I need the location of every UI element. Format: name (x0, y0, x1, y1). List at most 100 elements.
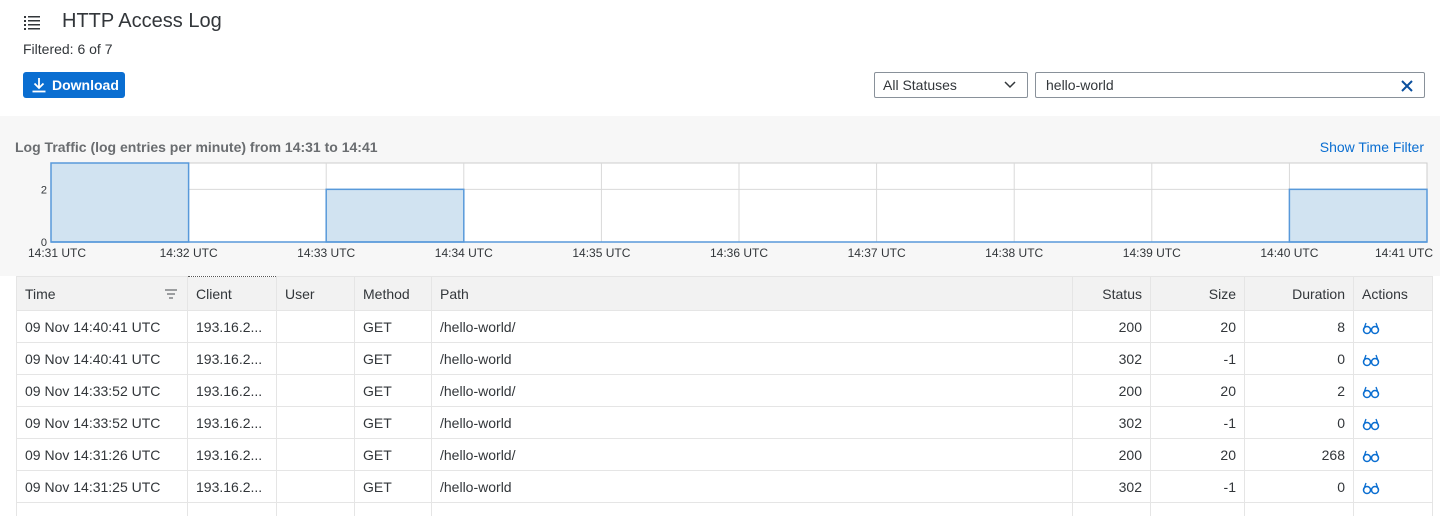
close-icon[interactable] (1400, 79, 1414, 93)
cell-size: 20 (1150, 438, 1245, 471)
column-header-status[interactable]: Status (1072, 276, 1151, 311)
cell-client: 193.16.2... (187, 470, 277, 503)
cell-status: 200 (1072, 374, 1151, 407)
glasses-icon[interactable] (1362, 417, 1380, 431)
table-row[interactable]: 09 Nov 14:40:41 UTC 193.16.2... GET/hello-… (16, 342, 1433, 375)
status-select[interactable]: All Statuses (874, 72, 1028, 98)
table-row-empty (16, 502, 1433, 516)
empty-cell (1150, 502, 1245, 516)
cell-method: GET (354, 342, 432, 375)
cell-time: 09 Nov 14:40:41 UTC (16, 310, 188, 343)
cell-actions (1353, 470, 1433, 503)
column-header-user[interactable]: User (276, 276, 355, 311)
traffic-chart: 0214:31 UTC 14:32 UTC 14:33 UTC 14:34 UTC 14… (28, 162, 1433, 260)
empty-cell (1072, 502, 1151, 516)
column-header-client[interactable]: Client (187, 276, 277, 311)
cell-path: /hello-world/ (431, 310, 1073, 343)
download-button[interactable]: Download (23, 72, 125, 98)
chart-bar (1288, 188, 1428, 243)
cell-status: 302 (1072, 406, 1151, 439)
chart-bar (325, 188, 465, 243)
cell-user (276, 470, 355, 503)
chart-y-tick-label: 2 (41, 184, 47, 196)
cell-path: /hello-world/ (431, 374, 1073, 407)
chart-x-tick-label: 14:32 UTC (160, 246, 218, 260)
glasses-icon[interactable] (1362, 449, 1380, 463)
cell-method: GET (354, 310, 432, 343)
cell-size: -1 (1150, 470, 1245, 503)
empty-cell (354, 502, 432, 516)
search-input[interactable]: hello-world (1035, 72, 1425, 98)
cell-time: 09 Nov 14:31:26 UTC (16, 438, 188, 471)
cell-time: 09 Nov 14:40:41 UTC (16, 342, 188, 375)
page-title: HTTP Access Log (62, 10, 222, 32)
column-header-path[interactable]: Path (431, 276, 1073, 311)
column-header-size[interactable]: Size (1150, 276, 1245, 311)
cell-client: 193.16.2... (187, 374, 277, 407)
cell-status: 200 (1072, 310, 1151, 343)
cell-actions (1353, 374, 1433, 407)
cell-client: 193.16.2... (187, 310, 277, 343)
cell-method: GET (354, 470, 432, 503)
cell-size: -1 (1150, 406, 1245, 439)
cell-actions (1353, 438, 1433, 471)
chart-x-tick-label: 14:40 UTC (1260, 246, 1318, 260)
chart-bar (50, 162, 190, 243)
chevron-down-icon (1004, 81, 1016, 89)
column-header-time[interactable]: Time (16, 276, 188, 311)
empty-cell (187, 502, 277, 516)
empty-cell (431, 502, 1073, 516)
cell-path: /hello-world (431, 342, 1073, 375)
cell-user (276, 406, 355, 439)
column-header-method[interactable]: Method (354, 276, 432, 311)
glasses-icon[interactable] (1362, 385, 1380, 399)
cell-client: 193.16.2... (187, 438, 277, 471)
cell-user (276, 374, 355, 407)
cell-path: /hello-world/ (431, 438, 1073, 471)
table-row[interactable]: 09 Nov 14:33:52 UTC 193.16.2... GET/hello-… (16, 406, 1433, 439)
cell-actions (1353, 310, 1433, 343)
table-row[interactable]: 09 Nov 14:33:52 UTC 193.16.2... GET/hello-… (16, 374, 1433, 407)
chart-x-tick-label: 14:31 UTC (28, 246, 86, 260)
column-header-duration[interactable]: Duration (1244, 276, 1354, 311)
cell-path: /hello-world (431, 470, 1073, 503)
glasses-icon[interactable] (1362, 353, 1380, 367)
cell-user (276, 342, 355, 375)
cell-method: GET (354, 374, 432, 407)
cell-path: /hello-world (431, 406, 1073, 439)
chart-x-tick-label: 14:37 UTC (848, 246, 906, 260)
empty-cell (1353, 502, 1433, 516)
cell-client: 193.16.2... (187, 406, 277, 439)
chart-x-tick-label: 14:39 UTC (1123, 246, 1181, 260)
column-header-actions: Actions (1353, 276, 1433, 311)
table-row[interactable]: 09 Nov 14:31:25 UTC 193.16.2... GET/hello-… (16, 470, 1433, 503)
filtered-count: Filtered: 6 of 7 (23, 41, 113, 57)
chart-x-tick-label: 14:33 UTC (297, 246, 355, 260)
download-label: Download (52, 77, 119, 93)
cell-method: GET (354, 438, 432, 471)
cell-duration: 268 (1244, 438, 1354, 471)
table-row[interactable]: 09 Nov 14:40:41 UTC 193.16.2... GET/hello-… (16, 310, 1433, 343)
table-header-row: Time Client User Method Path Status Size… (16, 276, 1433, 311)
glasses-icon[interactable] (1362, 321, 1380, 335)
traffic-chart-panel: Log Traffic (log entries per minute) fro… (0, 116, 1440, 276)
filter-icon (165, 289, 177, 299)
cell-size: 20 (1150, 310, 1245, 343)
table-row[interactable]: 09 Nov 14:31:26 UTC 193.16.2... GET/hello-… (16, 438, 1433, 471)
cell-actions (1353, 342, 1433, 375)
glasses-icon[interactable] (1362, 481, 1380, 495)
cell-size: 20 (1150, 374, 1245, 407)
cell-status: 302 (1072, 342, 1151, 375)
status-select-value: All Statuses (883, 77, 957, 93)
chart-x-tick-label: 14:41 UTC (1375, 246, 1433, 260)
cell-duration: 0 (1244, 342, 1354, 375)
search-input-value: hello-world (1046, 77, 1114, 93)
cell-duration: 0 (1244, 470, 1354, 503)
cell-actions (1353, 406, 1433, 439)
download-icon (32, 78, 46, 93)
cell-time: 09 Nov 14:33:52 UTC (16, 406, 188, 439)
cell-duration: 2 (1244, 374, 1354, 407)
cell-duration: 8 (1244, 310, 1354, 343)
chart-x-tick-label: 14:35 UTC (572, 246, 630, 260)
chart-x-tick-label: 14:36 UTC (710, 246, 768, 260)
